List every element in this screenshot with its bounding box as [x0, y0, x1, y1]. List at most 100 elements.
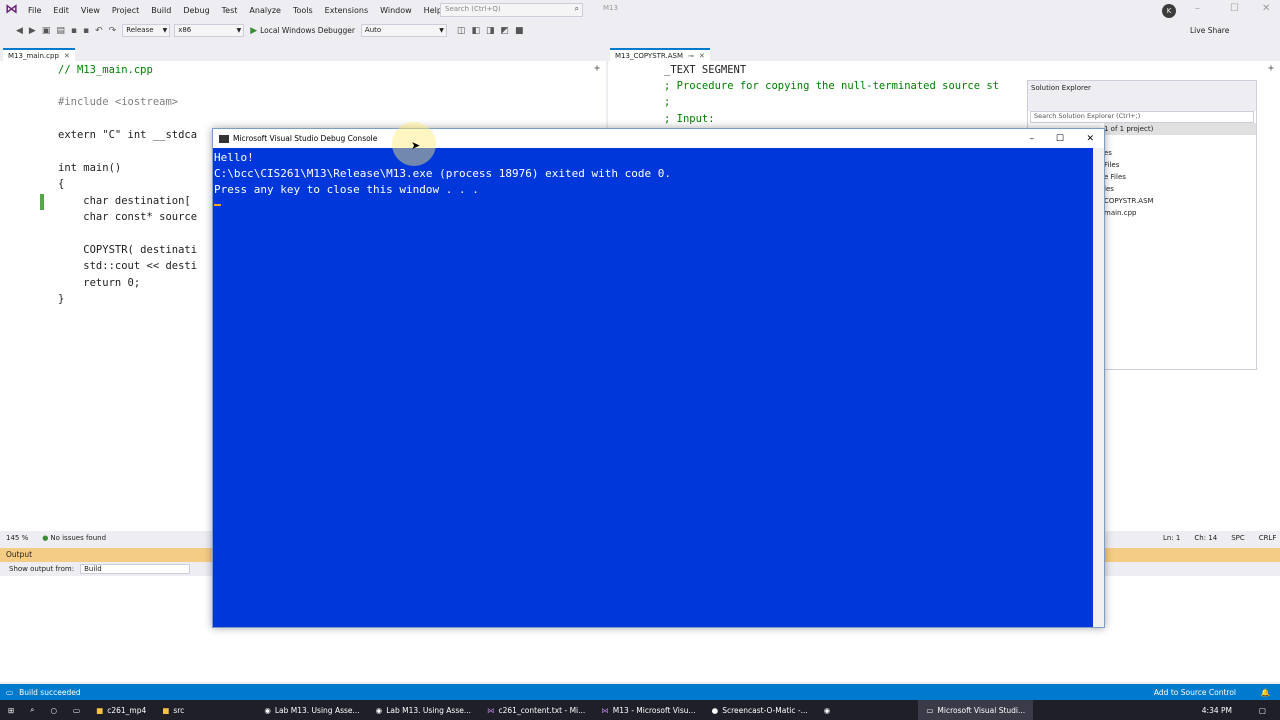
undo-icon[interactable]: ↶	[95, 26, 103, 36]
maximize-icon[interactable]: ☐	[1230, 3, 1239, 14]
solution-search-input[interactable]: Search Solution Explorer (Ctrl+;)	[1030, 111, 1254, 123]
source-control-button[interactable]: Add to Source Control	[1154, 688, 1236, 697]
taskbar-label: c261_mp4	[107, 705, 147, 715]
menu-file[interactable]: File	[22, 6, 47, 15]
bookmark-icon[interactable]: ■	[515, 26, 524, 36]
code-line: ;	[664, 96, 671, 108]
debug-console-window: Microsoft Visual Studio Debug Console – …	[212, 128, 1105, 628]
taskbar-label: Microsoft Visual Studi...	[937, 705, 1026, 715]
clock[interactable]: 4:34 PM	[1194, 700, 1240, 720]
play-icon[interactable]: ▶	[250, 26, 257, 36]
taskbar-label: Lab M13. Using Asse...	[386, 705, 471, 715]
close-tab-icon[interactable]: ✕	[699, 51, 705, 61]
code-line: extern "C" int __stdca	[58, 129, 198, 141]
record-icon[interactable]: ◉	[816, 700, 839, 720]
close-icon[interactable]: ✕	[1086, 134, 1094, 144]
console-titlebar[interactable]: Microsoft Visual Studio Debug Console – …	[213, 129, 1104, 148]
taskbar-app[interactable]: ▭ Microsoft Visual Studi...	[918, 700, 1034, 720]
chrome-icon: ◉	[375, 705, 383, 715]
live-share-button[interactable]: Live Share	[1190, 26, 1229, 35]
start-debugger-button[interactable]: Local Windows Debugger	[260, 26, 355, 35]
zoom-level[interactable]: 145 %	[6, 534, 28, 542]
tree-item[interactable]: Files	[1104, 159, 1256, 171]
console-title: Microsoft Visual Studio Debug Console	[233, 134, 378, 143]
search-icon: ⌕	[574, 4, 579, 13]
console-output[interactable]: Hello! C:\bcc\CIS261\M13\Release\M13.exe…	[213, 148, 1094, 627]
menu-test[interactable]: Test	[216, 6, 244, 15]
menu-window[interactable]: Window	[374, 6, 418, 15]
toolbar-tool-icon[interactable]: ◩	[500, 26, 509, 36]
output-source-select[interactable]: Build	[80, 564, 191, 574]
maximize-icon[interactable]: ☐	[1056, 134, 1064, 144]
new-project-icon[interactable]: ▣	[42, 26, 51, 36]
console-scrollbar[interactable]	[1093, 148, 1104, 627]
tab-copystr-asm[interactable]: M13_COPYSTR.ASM ⊸ ✕	[610, 48, 710, 61]
notification-icon[interactable]: 🔔	[1261, 688, 1270, 697]
search-input[interactable]: Search (Ctrl+Q) ⌕	[440, 3, 583, 17]
start-icon[interactable]: ⊞	[0, 700, 22, 720]
tree-item[interactable]: es	[1104, 147, 1256, 159]
split-add-icon[interactable]: +	[594, 63, 600, 74]
toolbar-tool-icon[interactable]: ◫	[457, 26, 466, 36]
issues-status[interactable]: No issues found	[50, 534, 106, 542]
save-icon[interactable]: ▪	[71, 26, 77, 36]
platform-select[interactable]: x86 ▼	[174, 24, 245, 37]
save-all-icon[interactable]: ▪	[83, 26, 89, 36]
tree-item[interactable]: les	[1104, 183, 1256, 195]
minimize-icon[interactable]: –	[1195, 3, 1200, 14]
search-icon[interactable]: ⌕	[22, 700, 42, 720]
menu-debug[interactable]: Debug	[177, 6, 215, 15]
menu-extensions[interactable]: Extensions	[319, 6, 374, 15]
tab-label: M13_main.cpp	[8, 51, 59, 60]
folder-icon: ■	[96, 705, 104, 715]
code-line: {	[58, 178, 65, 190]
tree-item[interactable]: main.cpp	[1104, 207, 1256, 219]
close-icon[interactable]: ✕	[1262, 3, 1270, 14]
toolbar-tool-icon[interactable]: ◨	[486, 26, 495, 36]
menu-tools[interactable]: Tools	[287, 6, 319, 15]
code-line: COPYSTR( destinati	[58, 244, 198, 256]
cortana-icon[interactable]: ○	[43, 700, 66, 720]
taskbar-app[interactable]: ◉ Lab M13. Using Asse...	[256, 700, 367, 720]
platform-value: x86	[178, 26, 192, 34]
build-status-icon: ▭	[6, 687, 14, 697]
tree-item[interactable]: 1 of 1 project)	[1104, 123, 1256, 135]
open-icon[interactable]: ▤	[56, 26, 65, 36]
back-icon[interactable]: ◀	[16, 26, 23, 36]
menu-build[interactable]: Build	[145, 6, 177, 15]
solution-explorer-title: Solution Explorer	[1031, 84, 1091, 92]
menu-edit[interactable]: Edit	[47, 6, 75, 15]
taskbar-app[interactable]: ◉ Lab M13. Using Asse...	[368, 700, 479, 720]
tree-item[interactable]: COPYSTR.ASM	[1104, 195, 1256, 207]
visual-studio-icon: ⋈	[487, 705, 495, 715]
console-line: C:\bcc\CIS261\M13\Release\M13.exe (proce…	[214, 167, 671, 180]
menu-project[interactable]: Project	[106, 6, 145, 15]
taskbar-app[interactable]: ⋈ c261_content.txt - Mi...	[479, 700, 593, 720]
notifications-icon[interactable]: ▢	[1251, 700, 1274, 720]
taskbar-label: c261_content.txt - Mi...	[498, 705, 586, 715]
task-view-icon[interactable]: ▭	[65, 700, 88, 720]
avatar[interactable]: K	[1162, 4, 1176, 18]
code-line: std::cout << desti	[58, 260, 198, 272]
taskbar-app[interactable]: ■ c261_mp4	[88, 700, 154, 720]
tab-main-cpp[interactable]: M13_main.cpp ✕	[3, 48, 75, 61]
menu-analyze[interactable]: Analyze	[243, 6, 287, 15]
taskbar-app[interactable]: ■ src	[154, 700, 192, 720]
redo-icon[interactable]: ↷	[109, 26, 117, 36]
tree-item[interactable]: e Files	[1104, 171, 1256, 183]
auto-select[interactable]: Auto ▼	[360, 24, 447, 37]
check-icon: ●	[42, 534, 49, 542]
right-editor-status: Ln: 1 Ch: 14 SPC CRLF	[1105, 532, 1280, 544]
split-add-icon[interactable]: +	[1268, 63, 1274, 74]
taskbar-app[interactable]: ⋈ M13 - Microsoft Visu...	[593, 700, 703, 720]
pin-icon[interactable]: ⊸	[688, 51, 694, 61]
toolbar-tool-icon[interactable]: ◧	[471, 26, 480, 36]
menu-view[interactable]: View	[75, 6, 106, 15]
code-line: ; Input:	[664, 113, 715, 125]
forward-icon[interactable]: ▶	[29, 26, 36, 36]
configuration-select[interactable]: Release ▼	[122, 24, 171, 37]
taskbar-app[interactable]: ● Screencast-O-Matic -...	[704, 700, 816, 720]
minimize-icon[interactable]: –	[1030, 134, 1035, 144]
tab-label: M13_COPYSTR.ASM	[615, 51, 684, 60]
close-tab-icon[interactable]: ✕	[64, 51, 70, 61]
